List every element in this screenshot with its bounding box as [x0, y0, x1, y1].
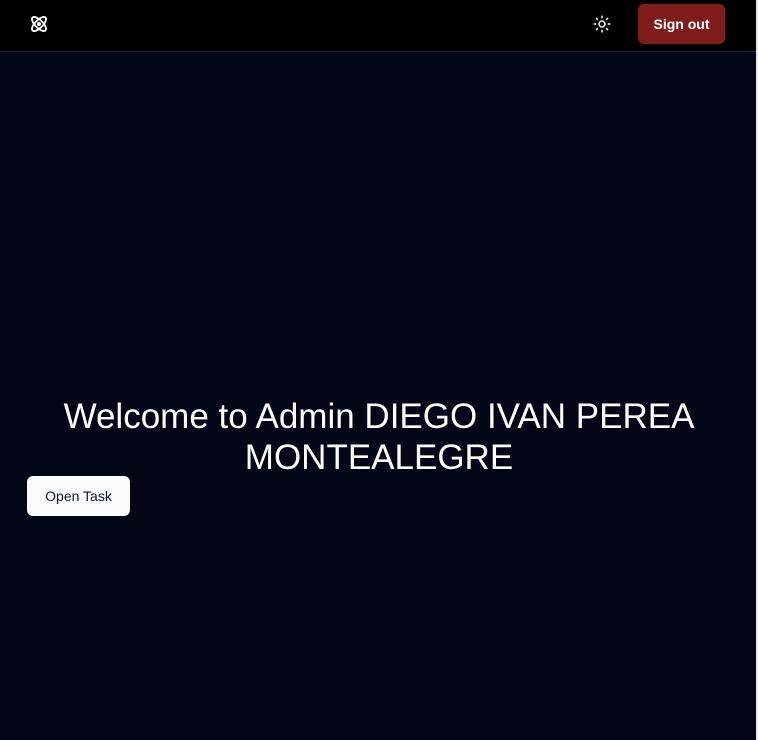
welcome-heading: Welcome to Admin DIEGO IVAN PEREA MONTEA…: [0, 396, 758, 478]
atom-icon[interactable]: [27, 12, 51, 36]
sun-icon[interactable]: [590, 12, 614, 36]
welcome-heading-line-1: Welcome to Admin DIEGO IVAN PEREA: [63, 397, 695, 436]
top-navbar: Sign out: [0, 0, 758, 52]
main-content: Welcome to Admin DIEGO IVAN PEREA MONTEA…: [0, 52, 758, 740]
welcome-heading-line-2: MONTEALEGRE: [244, 438, 514, 477]
sign-out-button[interactable]: Sign out: [638, 4, 725, 44]
open-task-button[interactable]: Open Task: [27, 476, 130, 516]
